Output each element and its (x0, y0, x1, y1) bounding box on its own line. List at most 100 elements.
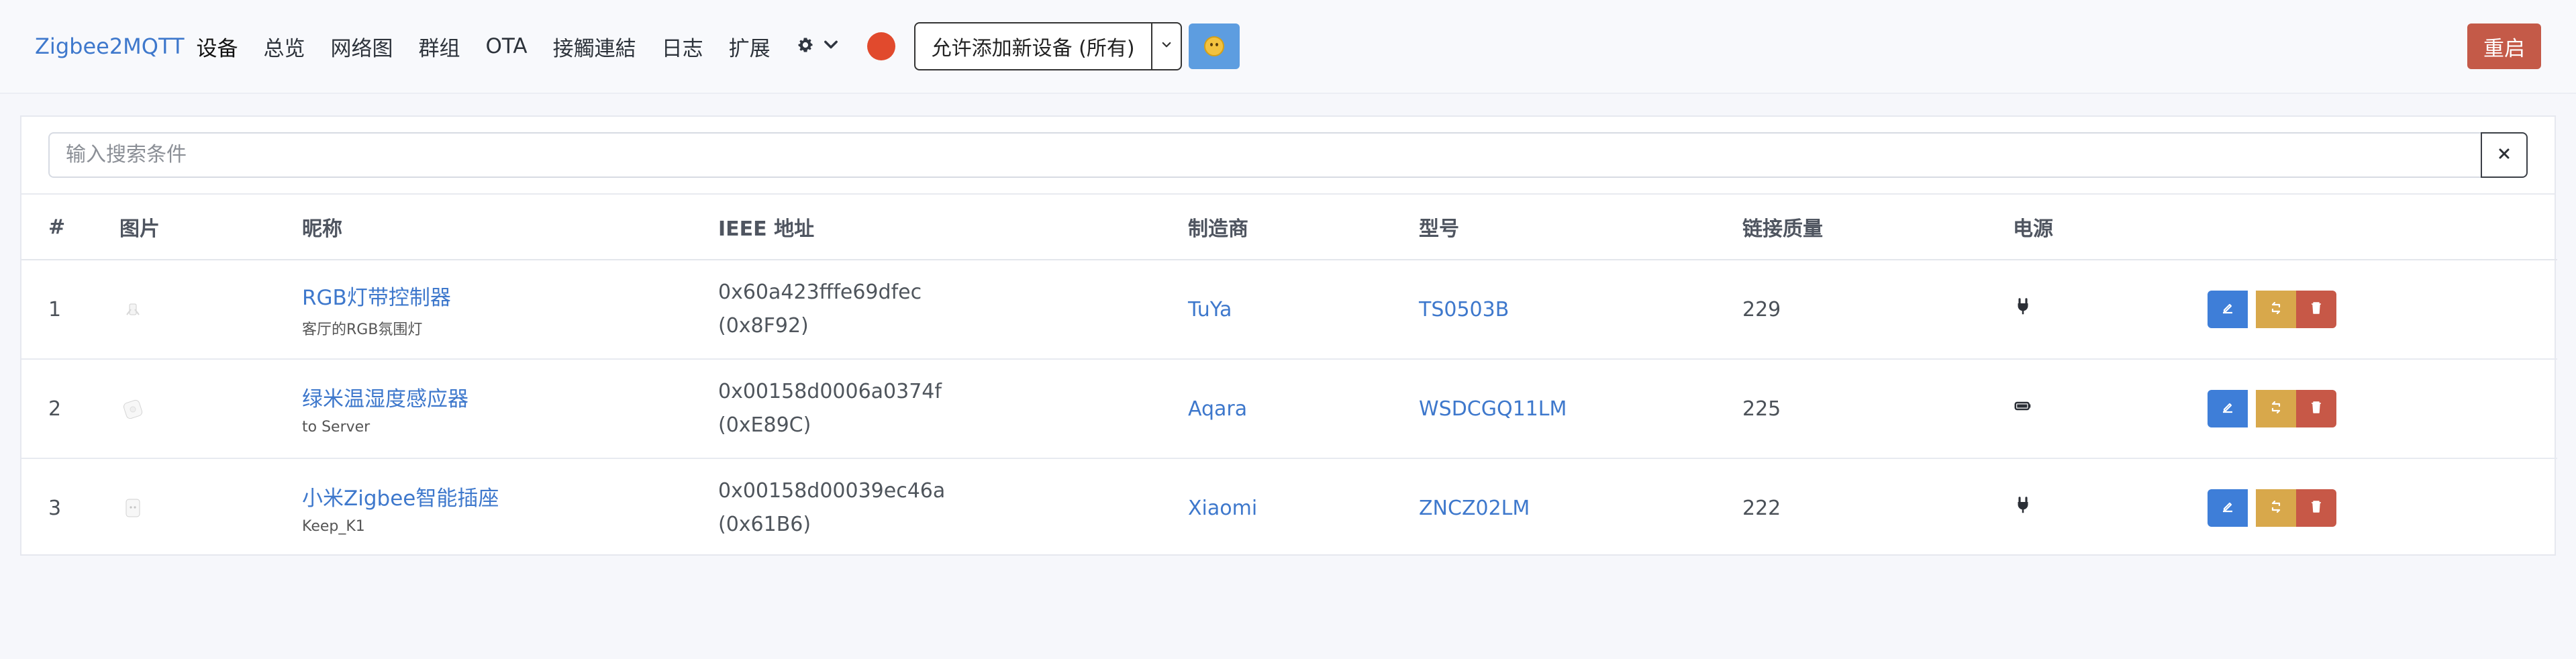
chevron-down-icon (815, 36, 840, 57)
row-actions (2208, 489, 2557, 527)
model-link[interactable]: ZNCZ02LM (1419, 497, 1530, 520)
column-header-nickname: 昵称 (302, 195, 718, 260)
row-index: 1 (21, 260, 119, 360)
ieee-address: 0x60a423fffe69dfec (718, 281, 922, 304)
actions-cell (2208, 359, 2557, 459)
column-header-manufacturer: 制造商 (1188, 195, 1419, 260)
column-header-power: 电源 (2013, 195, 2208, 260)
power-cell (2013, 260, 2208, 360)
manufacturer-cell: TuYa (1188, 260, 1419, 360)
device-nickname-link[interactable]: RGB灯带控制器 (302, 281, 718, 311)
devices-card: # 图片 昵称 IEEE 地址 制造商 型号 链接质量 电源 1 (20, 115, 2557, 557)
delete-button[interactable] (2296, 489, 2336, 527)
clear-search-button[interactable] (2481, 132, 2528, 178)
reconfigure-button[interactable] (2256, 489, 2296, 527)
permit-join-button[interactable]: 允许添加新设备 (所有) (915, 23, 1151, 69)
device-description: Keep_K1 (302, 518, 365, 535)
model-link[interactable]: TS0503B (1419, 298, 1509, 321)
ieee-address: 0x00158d00039ec46a (718, 479, 946, 503)
search-input[interactable] (48, 132, 2481, 178)
table-row: 3 小米Zigbee智能插座 Keep_K1 0x00158d00039ec46… (21, 458, 2557, 557)
row-actions (2208, 390, 2557, 427)
device-image[interactable] (119, 296, 146, 323)
permit-join-control: 允许添加新设备 (所有) (913, 22, 1182, 70)
nickname-cell: 绿米温湿度感应器 to Server (302, 359, 718, 459)
power-cell (2013, 458, 2208, 557)
devices-table: # 图片 昵称 IEEE 地址 制造商 型号 链接质量 电源 1 RGB灯带控制… (21, 195, 2557, 557)
theme-toggle-button[interactable] (1188, 23, 1240, 69)
nav-left: Zigbee2MQTT 设备 总览 网络图 群组 OTA 接觸連結 日志 扩展 … (35, 0, 1240, 93)
table-header-row: # 图片 昵称 IEEE 地址 制造商 型号 链接质量 电源 (21, 195, 2557, 260)
device-description: 客厅的RGB氛围灯 (302, 321, 423, 338)
delete-button[interactable] (2296, 291, 2336, 328)
settings-menu[interactable] (796, 36, 840, 57)
column-header-model: 型号 (1419, 195, 1742, 260)
model-link[interactable]: WSDCGQ11LM (1419, 397, 1567, 421)
edit-button[interactable] (2208, 291, 2248, 328)
row-index: 3 (48, 496, 62, 520)
edit-button[interactable] (2208, 390, 2248, 427)
edit-button[interactable] (2208, 489, 2248, 527)
permit-join-dropdown-toggle[interactable] (1150, 23, 1181, 69)
device-image-cell (119, 260, 302, 360)
nav-item-map[interactable]: 网络图 (331, 32, 393, 62)
nav-item-groups[interactable]: 群组 (419, 32, 460, 62)
nav-item-extensions[interactable]: 扩展 (729, 32, 771, 62)
edit-icon (2220, 497, 2236, 520)
device-image[interactable] (119, 495, 146, 521)
device-image[interactable] (119, 395, 146, 422)
plug-icon (2013, 298, 2033, 322)
manufacturer-link[interactable]: Xiaomi (1188, 497, 1257, 520)
column-header-index: # (21, 195, 119, 260)
search-bar (21, 117, 2555, 195)
trash-icon (2308, 397, 2324, 421)
row-index: 2 (21, 359, 119, 459)
nav-item-dashboard[interactable]: 总览 (264, 32, 305, 62)
ieee-address: 0x00158d0006a0374f (718, 380, 942, 403)
restart-button[interactable]: 重启 (2467, 23, 2541, 69)
connection-status-indicator (866, 32, 895, 60)
manufacturer-cell: Xiaomi (1188, 458, 1419, 557)
nickname-cell: RGB灯带控制器 客厅的RGB氛围灯 (302, 260, 718, 360)
table-row: 2 绿米温湿度感应器 to Server 0x00158d0006a0374f … (21, 359, 2557, 459)
nav-item-touchlink[interactable]: 接觸連結 (553, 32, 636, 62)
manufacturer-link[interactable]: TuYa (1188, 298, 1232, 321)
device-nickname-link[interactable]: 小米Zigbee智能插座 (302, 481, 718, 511)
nav-item-logs[interactable]: 日志 (662, 32, 703, 62)
column-header-ieee: IEEE 地址 (718, 195, 1188, 260)
column-header-image: 图片 (119, 195, 302, 260)
model-cell: WSDCGQ11LM (1419, 359, 1742, 459)
device-nickname-link[interactable]: 绿米温湿度感应器 (302, 382, 718, 412)
ieee-cell: 0x60a423fffe69dfec (0x8F92) (718, 260, 1188, 360)
manufacturer-cell: Aqara (1188, 359, 1419, 459)
nav-item-devices[interactable]: 设备 (197, 32, 238, 62)
brand-link[interactable]: Zigbee2MQTT (35, 34, 185, 59)
manufacturer-link[interactable]: Aqara (1188, 397, 1247, 421)
trash-icon (2308, 497, 2324, 520)
lqi-cell: 225 (1742, 359, 2013, 459)
table-row: 1 RGB灯带控制器 客厅的RGB氛围灯 0x60a423fffe69dfec … (21, 260, 2557, 360)
close-icon (2496, 146, 2512, 164)
top-navbar: Zigbee2MQTT 设备 总览 网络图 群组 OTA 接觸連結 日志 扩展 … (0, 0, 2576, 94)
network-address: (0xE89C) (718, 413, 811, 437)
edit-icon (2220, 298, 2236, 321)
ieee-cell: 0x00158d0006a0374f (0xE89C) (718, 359, 1188, 459)
reconfigure-button[interactable] (2256, 390, 2296, 427)
reconfigure-button[interactable] (2256, 291, 2296, 328)
model-cell: ZNCZ02LM (1419, 458, 1742, 557)
gear-icon (796, 36, 815, 57)
actions-cell (2208, 458, 2557, 557)
network-address: (0x61B6) (718, 513, 811, 536)
battery-icon (2013, 398, 2033, 421)
column-header-actions (2208, 195, 2557, 260)
row-actions (2208, 291, 2557, 328)
network-address: (0x8F92) (718, 314, 809, 338)
nickname-cell: 小米Zigbee智能插座 Keep_K1 (302, 458, 718, 557)
refresh-icon (2268, 497, 2284, 520)
plug-icon (2013, 497, 2033, 521)
chevron-down-icon (1160, 39, 1173, 54)
nav-item-ota[interactable]: OTA (486, 34, 528, 58)
device-image-cell (119, 359, 302, 459)
delete-button[interactable] (2296, 390, 2336, 427)
emoji-face-icon (1203, 36, 1224, 56)
